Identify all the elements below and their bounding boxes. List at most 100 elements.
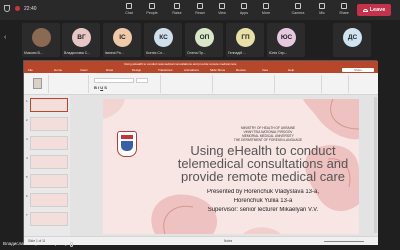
zoom-slider[interactable] bbox=[324, 241, 364, 242]
participant-tile[interactable]: ЮС Юлія Сер... bbox=[267, 23, 305, 57]
participant-tile[interactable]: ОП Олена Пр... bbox=[185, 23, 223, 57]
participant-name: Іванна Ра... bbox=[105, 51, 124, 55]
share-label: Share bbox=[353, 68, 362, 72]
leave-button[interactable]: Leave bbox=[357, 4, 391, 16]
avatar: ДС bbox=[343, 28, 362, 47]
supervisor-line: Supervisor: senior lecturer Mikaelyan V.… bbox=[207, 207, 319, 213]
participant-strip: Максим В... ВГ Владислава С... ІС Іванна Ра.… bbox=[0, 20, 400, 58]
slide-thumbnail[interactable]: 1 bbox=[26, 98, 68, 112]
ribbon-tab[interactable]: Draw bbox=[106, 68, 113, 72]
slide-thumbnail[interactable]: 5 bbox=[26, 174, 68, 188]
more-button[interactable]: More bbox=[255, 2, 277, 18]
toolbar-label: Share bbox=[339, 11, 349, 15]
participant-name: Максим В... bbox=[24, 51, 43, 55]
slide-title-line-1: Using eHealth to conduct bbox=[190, 144, 336, 157]
slides-group[interactable] bbox=[51, 75, 89, 93]
toolbar-label: Camera bbox=[291, 11, 305, 15]
toolbar-label: People bbox=[146, 11, 158, 15]
share-icon bbox=[341, 3, 347, 9]
toolbar-label: More bbox=[261, 11, 271, 15]
chat-icon bbox=[126, 3, 132, 9]
participant-tile[interactable]: Максим В... bbox=[22, 23, 60, 57]
ribbon-tab[interactable]: Design bbox=[132, 68, 141, 72]
avatar: КС bbox=[154, 28, 173, 47]
slide-thumbnail[interactable]: 7 bbox=[26, 212, 68, 226]
meeting-timer: 22:40 bbox=[24, 6, 37, 12]
phone-icon bbox=[362, 8, 368, 12]
presenter-mic-icon bbox=[70, 242, 73, 247]
ribbon-tab[interactable]: Help bbox=[288, 68, 294, 72]
mic-button[interactable]: Mic bbox=[311, 2, 333, 18]
clipboard-group[interactable] bbox=[27, 75, 49, 93]
slide-number: 7 bbox=[26, 213, 28, 217]
slide-number: 1 bbox=[26, 99, 28, 103]
participant-tile[interactable]: КС Ксенія Сл... bbox=[144, 23, 182, 57]
meeting-toolbar: 22:40 Leave Chat People Raise React View Apps… bbox=[0, 0, 400, 20]
chat-button[interactable]: Chat bbox=[118, 2, 140, 18]
view-icon bbox=[219, 3, 225, 9]
paste-icon bbox=[33, 78, 42, 89]
ribbon-tab[interactable]: File bbox=[28, 68, 33, 72]
participant-tile[interactable]: ДС bbox=[333, 23, 371, 57]
slide-number: 5 bbox=[26, 175, 28, 179]
participant-tile[interactable]: ВГ Владислава С... bbox=[62, 23, 100, 57]
vertical-scrollbar[interactable] bbox=[374, 97, 377, 233]
avatar bbox=[32, 28, 51, 47]
paragraph-group[interactable] bbox=[163, 75, 213, 93]
drawing-group[interactable] bbox=[215, 75, 275, 93]
ribbon-tab[interactable]: View bbox=[262, 68, 268, 72]
people-button[interactable]: People bbox=[141, 2, 163, 18]
ribbon-tab[interactable]: Animations bbox=[184, 68, 199, 72]
notes-button[interactable]: Notes bbox=[224, 239, 232, 243]
slide-editor: MINISTRY OF HEALTH OF UKRAINE VINNYTSIA … bbox=[70, 95, 378, 236]
participant-name: Юлія Сер... bbox=[269, 51, 288, 55]
ribbon-tab[interactable]: Insert bbox=[80, 68, 88, 72]
editing-group[interactable] bbox=[277, 75, 322, 93]
toolbar-label: Apps bbox=[239, 11, 249, 15]
raise-hand-icon bbox=[174, 3, 180, 9]
slide-thumbnail[interactable]: 3 bbox=[26, 136, 68, 150]
toolbar-label: React bbox=[195, 11, 205, 15]
participant-tile[interactable]: ГП Геннадій ... bbox=[226, 23, 264, 57]
slide-thumbnails: 1 2 3 4 5 6 7 bbox=[24, 95, 70, 236]
voice-group[interactable] bbox=[324, 75, 349, 93]
share-button[interactable]: Share bbox=[342, 68, 374, 72]
shield-icon bbox=[4, 5, 10, 12]
font-group[interactable]: B I U S bbox=[91, 75, 161, 93]
participant-name: Геннадій ... bbox=[228, 51, 247, 55]
apps-button[interactable]: Apps bbox=[233, 2, 255, 18]
ribbon-tab[interactable]: Slide Show bbox=[210, 68, 225, 72]
view-button[interactable]: View bbox=[211, 2, 233, 18]
ribbon-tab[interactable]: Transitions bbox=[158, 68, 173, 72]
camera-button[interactable]: Camera bbox=[287, 2, 309, 18]
participant-tile[interactable]: ІС Іванна Ра... bbox=[103, 23, 141, 57]
slide-thumbnail[interactable]: 6 bbox=[26, 193, 68, 207]
toolbar-label: Mic bbox=[319, 11, 325, 15]
raise-button[interactable]: Raise bbox=[166, 2, 188, 18]
participant-name: Владислава С... bbox=[64, 51, 91, 55]
avatar: ВГ bbox=[72, 28, 91, 47]
current-slide[interactable]: MINISTRY OF HEALTH OF UKRAINE VINNYTSIA … bbox=[103, 99, 359, 234]
more-icon bbox=[263, 3, 269, 9]
record-icon bbox=[15, 6, 20, 11]
slide-number: 3 bbox=[26, 137, 28, 141]
slide-thumbnail[interactable]: 2 bbox=[26, 117, 68, 131]
slide-thumbnail[interactable]: 4 bbox=[26, 155, 68, 169]
slide-title-line-2: telemedical consultations and bbox=[177, 157, 349, 170]
react-button[interactable]: React bbox=[189, 2, 211, 18]
share-button[interactable]: Share bbox=[333, 2, 355, 18]
toolbar-label: Chat bbox=[125, 11, 133, 15]
avatar: ІС bbox=[113, 28, 132, 47]
document-title: Using eHealth to conduct telemedical con… bbox=[124, 62, 237, 66]
ribbon-tab[interactable]: Review bbox=[236, 68, 246, 72]
header-line-4: THE DEPARTMENT OF FOREIGN LANGUAGE bbox=[233, 138, 303, 142]
slide-number: 2 bbox=[26, 118, 28, 122]
presenters-line-2: Horenchuk Yuliia 13-a bbox=[233, 198, 293, 204]
participant-name: Олена Пр... bbox=[187, 51, 206, 55]
slide-title-line-3: provide remote medical care bbox=[180, 170, 346, 183]
chevron-left-icon[interactable]: ‹ bbox=[4, 34, 6, 41]
powerpoint-window: Using eHealth to conduct telemedical con… bbox=[23, 60, 378, 245]
mic-icon bbox=[319, 3, 325, 9]
presenter-name-caption: Владислава Сергіївна Горенчук bbox=[3, 241, 70, 246]
ribbon-tab[interactable]: Home bbox=[54, 68, 62, 72]
